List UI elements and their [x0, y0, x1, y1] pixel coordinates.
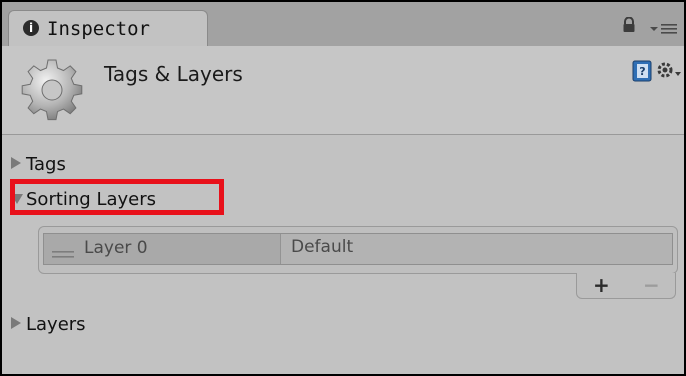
list-footer: + −: [576, 273, 676, 299]
foldout-label-layers: Layers: [26, 314, 86, 335]
remove-button[interactable]: −: [643, 273, 660, 297]
inspector-header: Tags & Layers ?: [2, 46, 684, 135]
list-item[interactable]: Layer 0 Default: [43, 233, 673, 265]
layer-name-field[interactable]: Default: [280, 234, 672, 264]
page-title: Tags & Layers: [104, 62, 243, 86]
drag-handle-icon[interactable]: [52, 245, 74, 264]
settings-gear-icon[interactable]: [656, 60, 682, 86]
tab-bar: i Inspector: [2, 2, 684, 46]
add-button[interactable]: +: [593, 273, 610, 297]
tab-inspector[interactable]: i Inspector: [8, 10, 208, 46]
collapsed-arrow-icon: [10, 314, 24, 335]
foldout-layers[interactable]: Layers: [10, 314, 86, 335]
collapsed-arrow-icon: [10, 154, 24, 175]
layer-name: Layer 0: [84, 238, 148, 258]
info-icon: i: [23, 20, 39, 36]
sorting-layers-list: Layer 0 Default: [38, 226, 678, 274]
inspector-window: i Inspector Tags & Layers ? Tags Sorting…: [0, 0, 686, 376]
help-book-icon[interactable]: ?: [632, 60, 652, 86]
gear-icon: [20, 58, 84, 126]
lock-icon[interactable]: [622, 16, 636, 37]
foldout-label-tags: Tags: [26, 154, 66, 175]
tab-title: Inspector: [47, 18, 150, 40]
panel-menu-icon[interactable]: [650, 20, 678, 39]
highlight-box: [10, 179, 224, 215]
layer-name-value: Default: [291, 237, 354, 257]
foldout-tags[interactable]: Tags: [10, 154, 66, 175]
svg-text:?: ?: [639, 65, 645, 78]
